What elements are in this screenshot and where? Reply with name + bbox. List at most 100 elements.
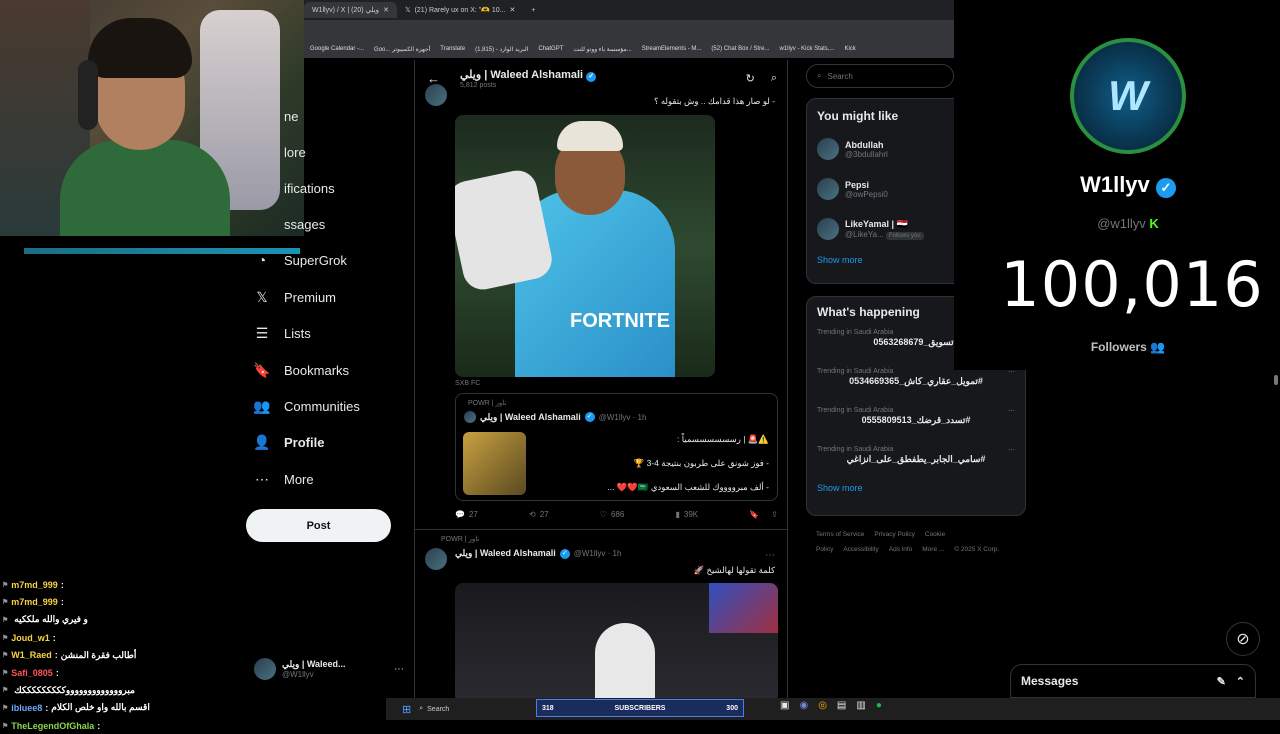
browser-tab[interactable]: W1llyv) / X | ويلي (20) ✕ <box>304 2 397 18</box>
badge-icon: ⚑ <box>2 652 9 660</box>
bookmark-item[interactable]: Goo... أجهزة الكمبيوتر <box>374 46 430 53</box>
grok-icon[interactable]: ⊘ <box>1226 622 1260 656</box>
views-button[interactable]: ▮ 39K <box>675 510 698 519</box>
nav-label: Communities <box>284 398 360 414</box>
compose-message-icon[interactable]: ✎ <box>1217 675 1226 688</box>
close-icon[interactable]: ✕ <box>383 6 389 14</box>
bookmark-item[interactable]: مؤسسة باء ووتو للنت... <box>573 46 631 53</box>
footer-link[interactable]: Privacy Policy <box>874 531 914 538</box>
tweet-photo[interactable] <box>455 583 778 700</box>
footer-link[interactable]: © 2025 X Corp. <box>954 546 999 553</box>
tweet-text: - لو صار هذا قدامك .. وش بتقوله ؟ <box>653 96 775 106</box>
search-icon[interactable]: ⌕ <box>771 72 777 85</box>
repost-label: POWR | ناور <box>468 400 507 407</box>
footer-link[interactable]: Accessibility <box>843 546 878 553</box>
verified-icon: ✓ <box>584 412 595 422</box>
browser-tab[interactable]: 𝕏 (21) Rarely ux on X: "🫶 10... ✕ <box>397 2 523 18</box>
footer-link[interactable]: Ads info <box>889 546 913 553</box>
windows-start-icon[interactable]: ⊞ <box>402 703 411 716</box>
verified-icon: ✓ <box>586 71 597 82</box>
bookmark-item[interactable]: Google Calendar -... <box>310 46 364 52</box>
bookmark-item[interactable]: ChatGPT <box>538 46 563 52</box>
trend-meta: Trending in Saudi Arabia <box>817 446 894 453</box>
new-tab-button[interactable]: + <box>523 2 543 18</box>
more-dots-icon[interactable]: ⋯ <box>1008 446 1015 454</box>
share-icon[interactable]: ⇪ <box>771 510 778 519</box>
follows-you-badge: Follows you <box>885 232 924 240</box>
bookmark-item[interactable]: Translate <box>440 46 465 52</box>
trend-meta: Trending in Saudi Arabia <box>817 329 894 336</box>
profile-icon: 👤 <box>253 433 271 450</box>
bookmark-button[interactable]: 🔖 ⇪ <box>749 510 778 519</box>
nav-premium[interactable]: 𝕏 Premium <box>254 279 336 315</box>
trend-item[interactable]: Trending in Saudi Arabia ⋯ #تسدد_قرضك_0555… <box>807 401 1025 440</box>
footer-link[interactable]: More ... <box>922 546 944 553</box>
repost-button[interactable]: ⟲ 27 <box>529 510 549 519</box>
badge-icon: ⚑ <box>2 581 9 589</box>
nav-more[interactable]: ⋯ More <box>254 461 314 497</box>
search-input[interactable]: ⌕ Search <box>806 64 954 88</box>
nav-supergrok[interactable]: ◔ SuperGrok <box>254 242 347 278</box>
bookmark-item[interactable]: StreamElements - M... <box>642 46 702 52</box>
avatar[interactable] <box>425 548 447 570</box>
nav-home[interactable]: ⌂ne <box>254 98 298 134</box>
suggested-account[interactable]: Pepsi @owPepsi0 <box>807 169 954 209</box>
quote-line: - فوز شونق على طربون بنتيجة 4-3 🏆 <box>633 458 769 468</box>
reply-button[interactable]: 💬 27 <box>455 510 478 519</box>
chat-message: ⚑ Safi_0805: <box>2 667 59 678</box>
show-more-link[interactable]: Show more <box>807 249 954 271</box>
bookmark-icon: 🔖 <box>749 510 760 519</box>
widget-handle: @w1llyv K <box>1097 216 1159 231</box>
streamer-hair <box>88 18 192 78</box>
trend-item[interactable]: Trending in Saudi Arabia ⋯ #سامي_الجابر_يط… <box>807 440 1025 479</box>
bookmark-item[interactable]: البريد الوارد - (1,815) <box>475 46 528 53</box>
more-dots-icon[interactable]: ⋯ <box>1008 407 1015 415</box>
chrome-icon[interactable]: ◎ <box>818 700 827 711</box>
nav-messages[interactable]: ✉ssages <box>254 206 325 242</box>
close-icon[interactable]: ✕ <box>510 6 516 14</box>
refresh-icon[interactable]: ↻ <box>746 72 755 85</box>
chevron-up-icon[interactable]: ⌃ <box>1236 675 1245 688</box>
spotify-icon[interactable]: ● <box>876 700 882 711</box>
channel-logo: W <box>1070 38 1186 154</box>
account-name: ويلي | Waleed... <box>282 659 346 669</box>
quote-handle: @W1llyv · 1h <box>598 412 647 422</box>
bookmark-item[interactable]: w1llyv - Kick Stats,... <box>779 46 834 52</box>
kick-icon: K <box>1149 216 1159 231</box>
tweet-photo[interactable]: FORTNITE <box>455 115 715 377</box>
nav-explore[interactable]: ⌕lore <box>254 134 306 170</box>
chat-username: TheLegendOfGhala <box>11 720 95 731</box>
post-button[interactable]: Post <box>246 509 391 542</box>
chat-message: ⚑ مبروووووووووووووكككككككككك <box>0 682 250 700</box>
nav-communities[interactable]: 👥 Communities <box>253 388 360 424</box>
account-switcher[interactable]: ويلي | Waleed... @W1llyv ⋯ <box>254 655 404 683</box>
discord-icon[interactable]: ◉ <box>799 700 808 711</box>
chat-username: m7md_999 <box>11 597 58 608</box>
nav-label: Profile <box>284 434 325 450</box>
nav-lists[interactable]: ☰ Lists <box>254 315 311 351</box>
bookmark-item[interactable]: (52) Chat Box / Stre... <box>711 46 769 52</box>
app-icon[interactable]: ▤ <box>837 700 846 711</box>
suggested-account[interactable]: LikeYamal | 🇪🇬 @LikeYa... Follows you <box>807 209 954 249</box>
chat-username: Joud_w1 <box>11 632 50 643</box>
bookmark-item[interactable]: Kick <box>844 46 855 52</box>
chat-text: و فيري والله ملككيه <box>14 614 88 625</box>
quote-tweet[interactable]: POWR | ناور ويلي | Waleed Alshamali ✓ @W… <box>455 393 778 501</box>
nav-notifications[interactable]: 🔔ifications <box>254 170 335 206</box>
show-more-link[interactable]: Show more <box>807 479 1025 497</box>
nav-bookmarks[interactable]: 🔖 Bookmarks <box>253 352 349 388</box>
app-icon[interactable]: ▣ <box>780 700 789 711</box>
more-dots-icon[interactable]: ⋯ <box>765 550 775 561</box>
scrollbar[interactable] <box>1274 375 1278 385</box>
app-icon[interactable]: ▥ <box>856 700 865 711</box>
nav-profile[interactable]: 👤 Profile <box>253 424 325 460</box>
people-icon: 👥 <box>1150 340 1166 354</box>
taskbar-search[interactable]: ⌕ Search <box>419 705 499 713</box>
like-button[interactable]: ♡ 686 <box>600 510 625 519</box>
reply-icon: 💬 <box>455 510 465 519</box>
footer-link[interactable]: Terms of Service <box>816 531 864 538</box>
avatar[interactable] <box>425 84 447 106</box>
suggested-account[interactable]: Abdullah @3bdullahrl <box>807 129 954 169</box>
messages-drawer[interactable]: Messages ✎ ⌃ <box>1010 664 1256 698</box>
views-icon: ▮ <box>675 510 680 519</box>
